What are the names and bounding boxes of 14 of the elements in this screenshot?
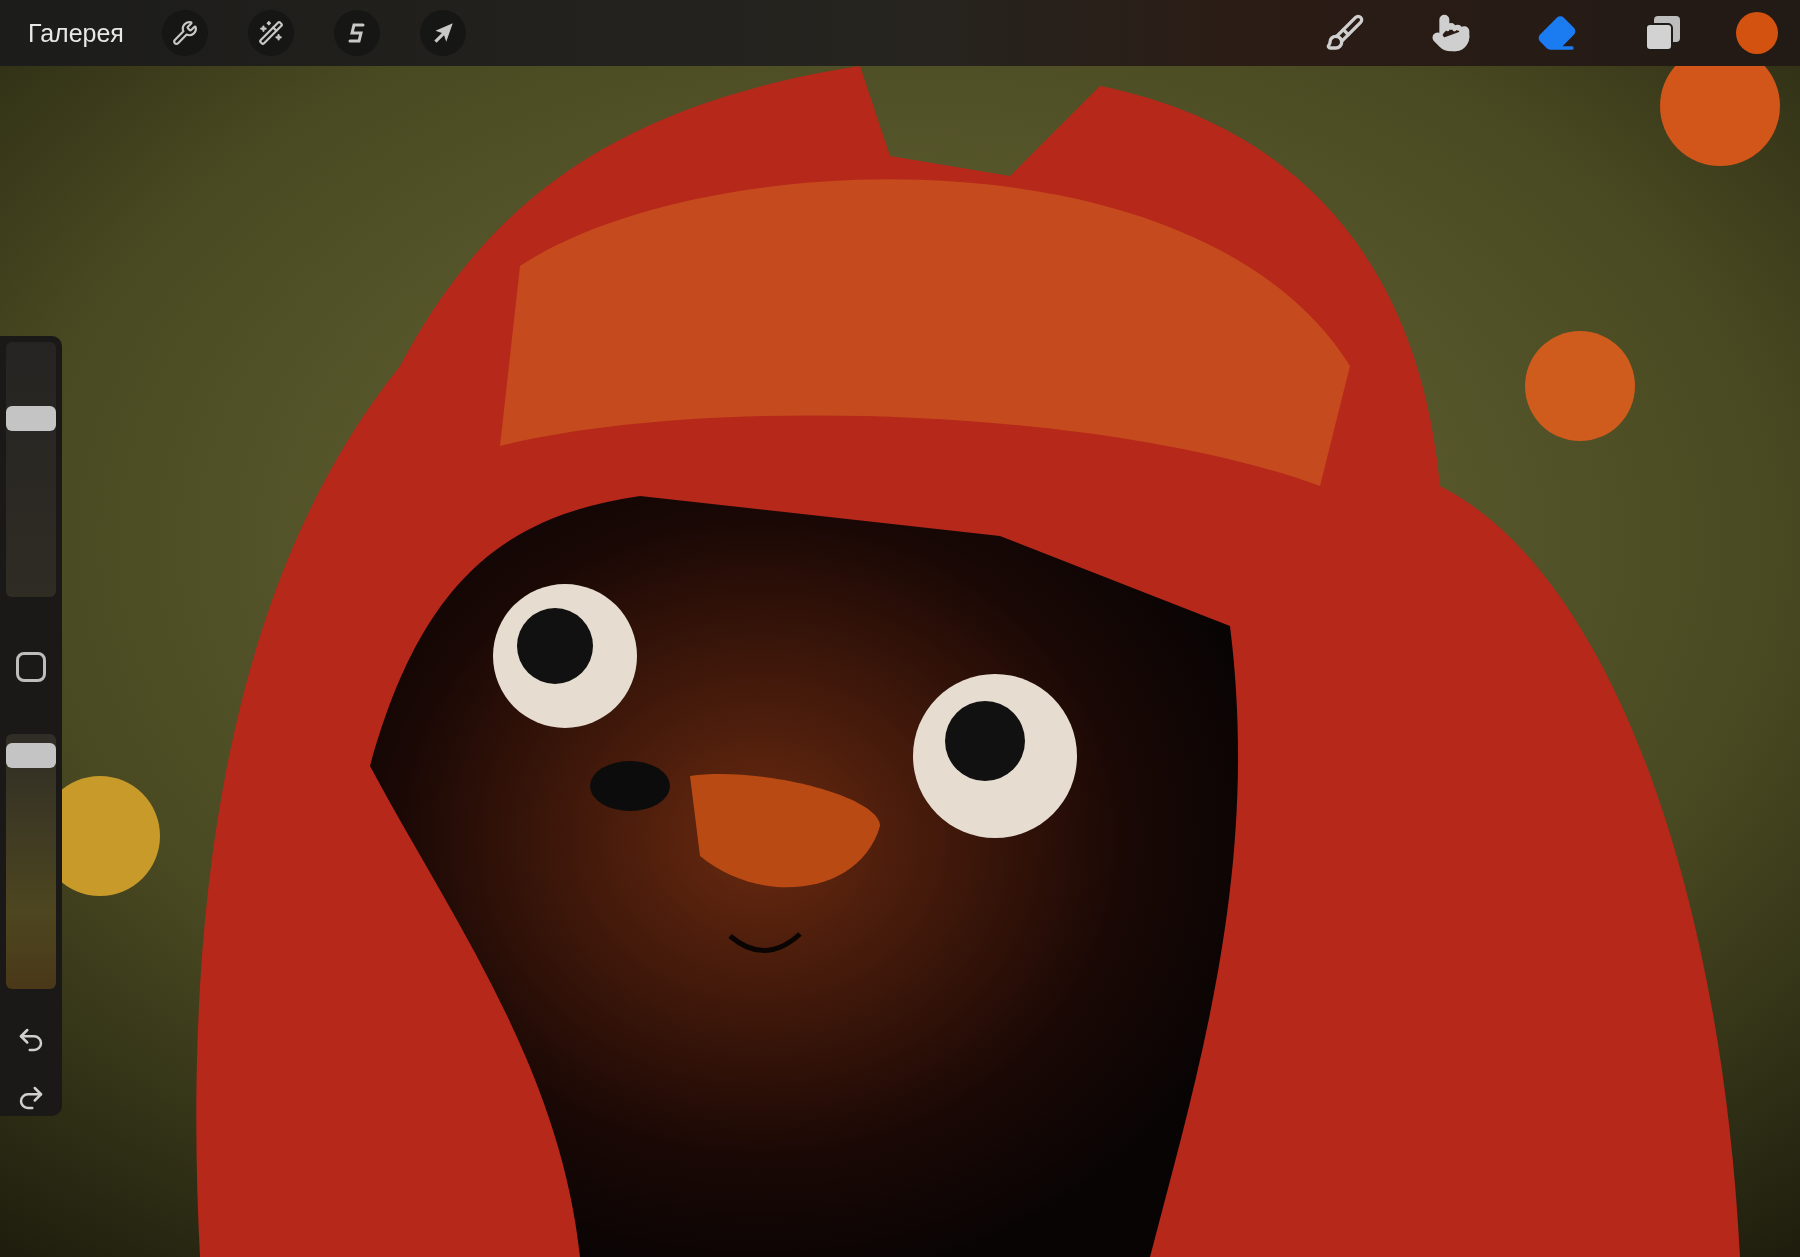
selection-button[interactable] [333, 10, 380, 56]
wrench-icon [171, 20, 198, 46]
slider-thumb[interactable] [6, 743, 56, 769]
opacity-slider[interactable] [6, 734, 56, 989]
gallery-link[interactable]: Галерея [28, 18, 124, 48]
slider-thumb[interactable] [6, 406, 56, 432]
wand-button[interactable] [247, 10, 294, 56]
magic-wand-icon [257, 20, 284, 46]
brush-size-slider[interactable] [6, 342, 56, 597]
transform-button[interactable] [419, 10, 466, 56]
modify-button[interactable] [16, 652, 46, 682]
layers-icon[interactable] [1644, 14, 1682, 52]
wrench-button[interactable] [161, 10, 208, 56]
color-swatch[interactable] [1736, 12, 1778, 54]
